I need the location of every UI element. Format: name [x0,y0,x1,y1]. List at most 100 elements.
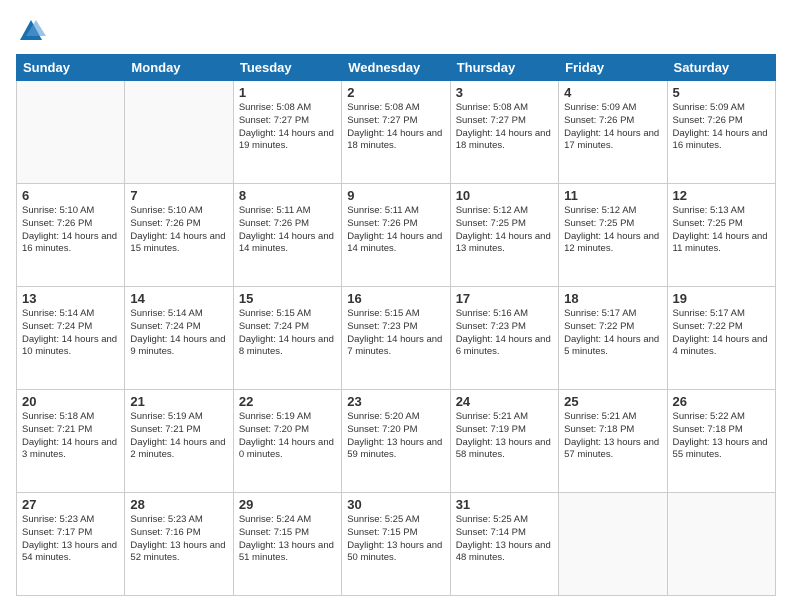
day-number: 2 [347,85,444,100]
calendar-cell: 15 Sunrise: 5:15 AM Sunset: 7:24 PM Dayli… [233,287,341,390]
day-number: 16 [347,291,444,306]
calendar-cell: 21 Sunrise: 5:19 AM Sunset: 7:21 PM Dayli… [125,390,233,493]
calendar-cell: 8 Sunrise: 5:11 AM Sunset: 7:26 PM Daylig… [233,184,341,287]
day-number: 5 [673,85,770,100]
calendar-cell: 7 Sunrise: 5:10 AM Sunset: 7:26 PM Daylig… [125,184,233,287]
logo-icon [16,16,46,46]
cell-info: Sunrise: 5:14 AM Sunset: 7:24 PM Dayligh… [22,308,119,359]
week-row-1: 1 Sunrise: 5:08 AM Sunset: 7:27 PM Daylig… [17,81,776,184]
day-number: 20 [22,394,119,409]
cell-info: Sunrise: 5:18 AM Sunset: 7:21 PM Dayligh… [22,411,119,462]
day-number: 26 [673,394,770,409]
cell-info: Sunrise: 5:20 AM Sunset: 7:20 PM Dayligh… [347,411,444,462]
cell-info: Sunrise: 5:09 AM Sunset: 7:26 PM Dayligh… [564,102,661,153]
cell-info: Sunrise: 5:08 AM Sunset: 7:27 PM Dayligh… [347,102,444,153]
day-number: 30 [347,497,444,512]
calendar-cell: 12 Sunrise: 5:13 AM Sunset: 7:25 PM Dayli… [667,184,775,287]
cell-info: Sunrise: 5:13 AM Sunset: 7:25 PM Dayligh… [673,205,770,256]
cell-info: Sunrise: 5:11 AM Sunset: 7:26 PM Dayligh… [239,205,336,256]
cell-info: Sunrise: 5:12 AM Sunset: 7:25 PM Dayligh… [456,205,553,256]
calendar-cell: 30 Sunrise: 5:25 AM Sunset: 7:15 PM Dayli… [342,493,450,596]
cell-info: Sunrise: 5:08 AM Sunset: 7:27 PM Dayligh… [239,102,336,153]
calendar-cell: 3 Sunrise: 5:08 AM Sunset: 7:27 PM Daylig… [450,81,558,184]
day-number: 14 [130,291,227,306]
cell-info: Sunrise: 5:23 AM Sunset: 7:17 PM Dayligh… [22,514,119,565]
calendar-table: SundayMondayTuesdayWednesdayThursdayFrid… [16,54,776,596]
cell-info: Sunrise: 5:19 AM Sunset: 7:21 PM Dayligh… [130,411,227,462]
day-number: 29 [239,497,336,512]
calendar-cell: 20 Sunrise: 5:18 AM Sunset: 7:21 PM Dayli… [17,390,125,493]
calendar-cell: 2 Sunrise: 5:08 AM Sunset: 7:27 PM Daylig… [342,81,450,184]
day-number: 6 [22,188,119,203]
week-row-5: 27 Sunrise: 5:23 AM Sunset: 7:17 PM Dayli… [17,493,776,596]
day-header-monday: Monday [125,55,233,81]
day-number: 7 [130,188,227,203]
calendar-cell: 1 Sunrise: 5:08 AM Sunset: 7:27 PM Daylig… [233,81,341,184]
cell-info: Sunrise: 5:11 AM Sunset: 7:26 PM Dayligh… [347,205,444,256]
cell-info: Sunrise: 5:08 AM Sunset: 7:27 PM Dayligh… [456,102,553,153]
calendar-cell: 23 Sunrise: 5:20 AM Sunset: 7:20 PM Dayli… [342,390,450,493]
cell-info: Sunrise: 5:25 AM Sunset: 7:14 PM Dayligh… [456,514,553,565]
week-row-2: 6 Sunrise: 5:10 AM Sunset: 7:26 PM Daylig… [17,184,776,287]
day-header-friday: Friday [559,55,667,81]
day-number: 23 [347,394,444,409]
calendar-cell: 31 Sunrise: 5:25 AM Sunset: 7:14 PM Dayli… [450,493,558,596]
calendar-cell: 25Sunrise: 5:21 AM Sunset: 7:18 PM Dayli… [559,390,667,493]
header [16,16,776,46]
day-number: 12 [673,188,770,203]
cell-info: Sunrise: 5:17 AM Sunset: 7:22 PM Dayligh… [564,308,661,359]
day-number: 8 [239,188,336,203]
calendar-cell [125,81,233,184]
logo [16,16,50,46]
cell-info: Sunrise: 5:24 AM Sunset: 7:15 PM Dayligh… [239,514,336,565]
cell-info: Sunrise: 5:17 AM Sunset: 7:22 PM Dayligh… [673,308,770,359]
cell-info: Sunrise: 5:12 AM Sunset: 7:25 PM Dayligh… [564,205,661,256]
calendar-cell: 10 Sunrise: 5:12 AM Sunset: 7:25 PM Dayli… [450,184,558,287]
cell-info: Sunrise: 5:10 AM Sunset: 7:26 PM Dayligh… [130,205,227,256]
calendar-cell: 19 Sunrise: 5:17 AM Sunset: 7:22 PM Dayli… [667,287,775,390]
day-number: 3 [456,85,553,100]
calendar-cell: 27 Sunrise: 5:23 AM Sunset: 7:17 PM Dayli… [17,493,125,596]
day-number: 24 [456,394,553,409]
day-number: 11 [564,188,661,203]
calendar-cell: 4 Sunrise: 5:09 AM Sunset: 7:26 PM Daylig… [559,81,667,184]
day-number: 27 [22,497,119,512]
cell-info: Sunrise: 5:15 AM Sunset: 7:24 PM Dayligh… [239,308,336,359]
calendar-cell [559,493,667,596]
cell-info: Sunrise: 5:23 AM Sunset: 7:16 PM Dayligh… [130,514,227,565]
cell-info: Sunrise: 5:25 AM Sunset: 7:15 PM Dayligh… [347,514,444,565]
day-number: 31 [456,497,553,512]
cell-info: Sunrise: 5:09 AM Sunset: 7:26 PM Dayligh… [673,102,770,153]
cell-info: Sunrise: 5:14 AM Sunset: 7:24 PM Dayligh… [130,308,227,359]
page: SundayMondayTuesdayWednesdayThursdayFrid… [0,0,792,612]
day-header-tuesday: Tuesday [233,55,341,81]
calendar-cell: 11 Sunrise: 5:12 AM Sunset: 7:25 PM Dayli… [559,184,667,287]
calendar-cell: 5 Sunrise: 5:09 AM Sunset: 7:26 PM Daylig… [667,81,775,184]
calendar-cell: 17Sunrise: 5:16 AM Sunset: 7:23 PM Dayli… [450,287,558,390]
calendar-cell [667,493,775,596]
day-number: 28 [130,497,227,512]
day-number: 1 [239,85,336,100]
day-number: 18 [564,291,661,306]
day-number: 15 [239,291,336,306]
day-header-sunday: Sunday [17,55,125,81]
day-number: 25 [564,394,661,409]
week-row-3: 13Sunrise: 5:14 AM Sunset: 7:24 PM Dayli… [17,287,776,390]
week-row-4: 20 Sunrise: 5:18 AM Sunset: 7:21 PM Dayli… [17,390,776,493]
day-number: 19 [673,291,770,306]
calendar-cell: 13Sunrise: 5:14 AM Sunset: 7:24 PM Dayli… [17,287,125,390]
cell-info: Sunrise: 5:19 AM Sunset: 7:20 PM Dayligh… [239,411,336,462]
calendar-cell: 22Sunrise: 5:19 AM Sunset: 7:20 PM Dayli… [233,390,341,493]
day-header-wednesday: Wednesday [342,55,450,81]
day-number: 4 [564,85,661,100]
calendar-cell: 9 Sunrise: 5:11 AM Sunset: 7:26 PM Daylig… [342,184,450,287]
day-number: 17 [456,291,553,306]
day-header-thursday: Thursday [450,55,558,81]
day-number: 9 [347,188,444,203]
calendar-cell: 18 Sunrise: 5:17 AM Sunset: 7:22 PM Dayli… [559,287,667,390]
calendar-cell: 29 Sunrise: 5:24 AM Sunset: 7:15 PM Dayli… [233,493,341,596]
calendar-cell [17,81,125,184]
day-number: 10 [456,188,553,203]
calendar-header-row: SundayMondayTuesdayWednesdayThursdayFrid… [17,55,776,81]
day-number: 21 [130,394,227,409]
